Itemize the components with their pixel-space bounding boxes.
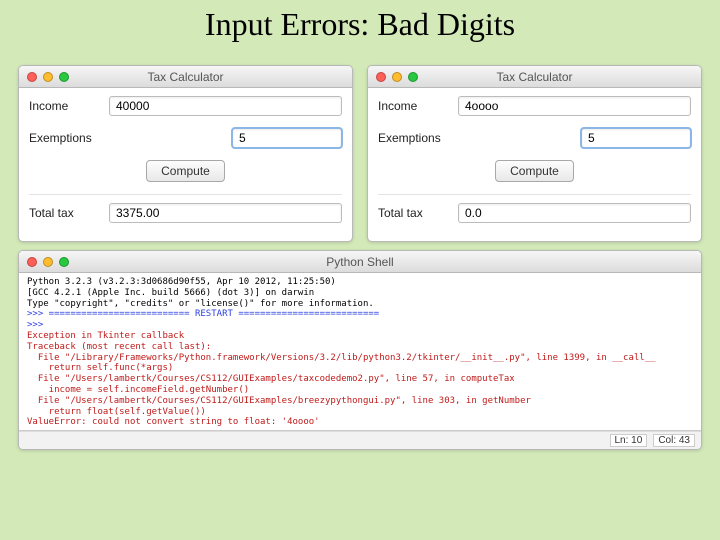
separator bbox=[29, 194, 342, 195]
separator bbox=[378, 194, 691, 195]
compute-button[interactable]: Compute bbox=[495, 160, 574, 182]
total-row: Total tax bbox=[378, 203, 691, 223]
tax-calculator-window-left: Tax Calculator Income Exemptions Compute… bbox=[18, 65, 353, 242]
exemptions-row: Exemptions bbox=[29, 128, 342, 148]
total-output bbox=[458, 203, 691, 223]
exemptions-input[interactable] bbox=[581, 128, 691, 148]
shell-line: [GCC 4.2.1 (Apple Inc. build 5666) (dot … bbox=[27, 288, 693, 299]
window-titlebar: Tax Calculator bbox=[368, 66, 701, 88]
income-input[interactable] bbox=[458, 96, 691, 116]
income-row: Income bbox=[29, 96, 342, 116]
window-titlebar: Tax Calculator bbox=[19, 66, 352, 88]
shell-line: return self.func(*args) bbox=[27, 363, 693, 374]
tax-calculator-window-right: Tax Calculator Income Exemptions Compute… bbox=[367, 65, 702, 242]
exemptions-label: Exemptions bbox=[378, 131, 458, 145]
slide-title: Input Errors: Bad Digits bbox=[0, 0, 720, 43]
window-title: Tax Calculator bbox=[19, 70, 352, 84]
shell-line: File "/Users/lambertk/Courses/CS112/GUIE… bbox=[27, 396, 693, 407]
income-input[interactable] bbox=[109, 96, 342, 116]
compute-row: Compute bbox=[378, 160, 691, 182]
shell-line: >>> ========================== RESTART =… bbox=[27, 309, 693, 320]
status-line: Ln: 10 bbox=[610, 434, 648, 447]
income-row: Income bbox=[378, 96, 691, 116]
income-label: Income bbox=[378, 99, 458, 113]
total-row: Total tax bbox=[29, 203, 342, 223]
shell-line: Type "copyright", "credits" or "license(… bbox=[27, 299, 693, 310]
income-label: Income bbox=[29, 99, 109, 113]
shell-line: ValueError: could not convert string to … bbox=[27, 417, 693, 428]
window-title: Tax Calculator bbox=[368, 70, 701, 84]
shell-line: return float(self.getValue()) bbox=[27, 407, 693, 418]
status-bar: Ln: 10 Col: 43 bbox=[19, 431, 701, 449]
status-col: Col: 43 bbox=[653, 434, 695, 447]
exemptions-row: Exemptions bbox=[378, 128, 691, 148]
window-title: Python Shell bbox=[19, 255, 701, 269]
total-output bbox=[109, 203, 342, 223]
exemptions-input[interactable] bbox=[232, 128, 342, 148]
shell-line: Exception in Tkinter callback bbox=[27, 331, 693, 342]
compute-row: Compute bbox=[29, 160, 342, 182]
shell-line: Python 3.2.3 (v3.2.3:3d0686d90f55, Apr 1… bbox=[27, 277, 693, 288]
shell-line: File "/Users/lambertk/Courses/CS112/GUIE… bbox=[27, 374, 693, 385]
window-titlebar: Python Shell bbox=[19, 251, 701, 273]
apps-row: Tax Calculator Income Exemptions Compute… bbox=[0, 43, 720, 250]
shell-wrap: Python Shell Python 3.2.3 (v3.2.3:3d0686… bbox=[0, 250, 720, 458]
shell-line: Traceback (most recent call last): bbox=[27, 342, 693, 353]
total-label: Total tax bbox=[378, 206, 458, 220]
compute-button[interactable]: Compute bbox=[146, 160, 225, 182]
python-shell-window: Python Shell Python 3.2.3 (v3.2.3:3d0686… bbox=[18, 250, 702, 450]
shell-line: File "/Library/Frameworks/Python.framewo… bbox=[27, 353, 693, 364]
form-body: Income Exemptions Compute Total tax bbox=[19, 88, 352, 241]
exemptions-label: Exemptions bbox=[29, 131, 109, 145]
shell-line: >>> bbox=[27, 320, 693, 331]
form-body: Income Exemptions Compute Total tax bbox=[368, 88, 701, 241]
total-label: Total tax bbox=[29, 206, 109, 220]
shell-line: income = self.incomeField.getNumber() bbox=[27, 385, 693, 396]
shell-output[interactable]: Python 3.2.3 (v3.2.3:3d0686d90f55, Apr 1… bbox=[19, 273, 701, 431]
